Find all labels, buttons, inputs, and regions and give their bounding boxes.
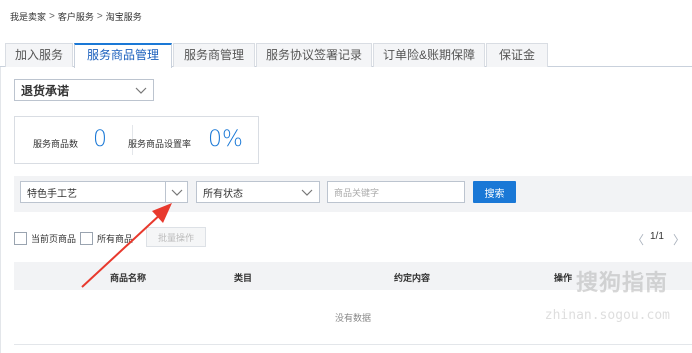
tab-service-product-management[interactable]: 服务商品管理: [74, 43, 172, 68]
next-page-icon[interactable]: 〉: [673, 231, 685, 248]
all-items-checkbox[interactable]: [80, 231, 94, 245]
status-select[interactable]: 所有状态: [196, 181, 320, 203]
breadcrumb-item-seller[interactable]: 我是卖家: [10, 10, 46, 23]
stats-box: 服务商品数 0 服务商品设置率 0%: [14, 116, 259, 164]
page-indicator: 1/1: [650, 231, 664, 242]
column-header-product-name: 商品名称: [110, 273, 147, 283]
breadcrumb-item-taobao-service: 淘宝服务: [105, 12, 142, 22]
prev-page-icon[interactable]: 〈: [632, 231, 644, 248]
current-page-checkbox[interactable]: [14, 231, 27, 245]
tab-order-insurance[interactable]: 订单险&账期保障: [373, 43, 485, 67]
tab-deposit[interactable]: 保证金: [486, 43, 548, 67]
column-header-category: 类目: [234, 273, 253, 283]
breadcrumb-separator: >: [96, 11, 103, 22]
service-product-rate-label: 服务商品设置率: [128, 139, 192, 149]
service-type-select[interactable]: 退货承诺: [14, 79, 154, 101]
service-product-count-label: 服务商品数: [33, 139, 79, 149]
batch-operation-button[interactable]: 批量操作: [146, 227, 206, 247]
category-select-toggle[interactable]: [165, 182, 187, 202]
watermark-url: zhinan.sogou.com: [544, 308, 670, 323]
chevron-down-icon: [135, 87, 147, 94]
search-button[interactable]: 搜索: [473, 181, 516, 203]
tab-provider-management[interactable]: 服务商管理: [173, 43, 255, 67]
breadcrumb-item-customer-service[interactable]: 客户服务: [58, 10, 94, 23]
tab-agreement-records[interactable]: 服务协议签署记录: [256, 43, 372, 67]
category-value: 特色手工艺: [27, 188, 77, 200]
service-product-count-value: 0: [93, 127, 107, 152]
selection-row: 当前页商品 所有商品: [14, 228, 133, 248]
keyword-input[interactable]: 商品关键字: [327, 181, 465, 203]
chevron-down-icon: [301, 189, 313, 196]
column-header-actions: 操作: [554, 273, 573, 283]
breadcrumb-separator: >: [49, 11, 55, 22]
service-product-rate-value: 0%: [208, 127, 243, 152]
status-value: 所有状态: [203, 188, 243, 200]
category-select[interactable]: 特色手工艺: [20, 181, 188, 203]
all-items-label: 所有商品: [97, 233, 134, 244]
service-type-value: 退货承诺: [21, 83, 70, 98]
watermark-logo: 搜狗指南: [575, 270, 668, 295]
tab-bar: 加入服务 服务商品管理 服务商管理 服务协议签署记录 订单险&账期保障 保证金: [0, 43, 692, 68]
chevron-down-icon: [171, 189, 183, 196]
breadcrumb: 我是卖家 > 客户服务 > 淘宝服务: [10, 10, 142, 23]
current-page-label: 当前页商品: [31, 233, 77, 244]
column-header-agreement: 约定内容: [394, 273, 431, 283]
tab-join-service[interactable]: 加入服务: [5, 43, 73, 67]
